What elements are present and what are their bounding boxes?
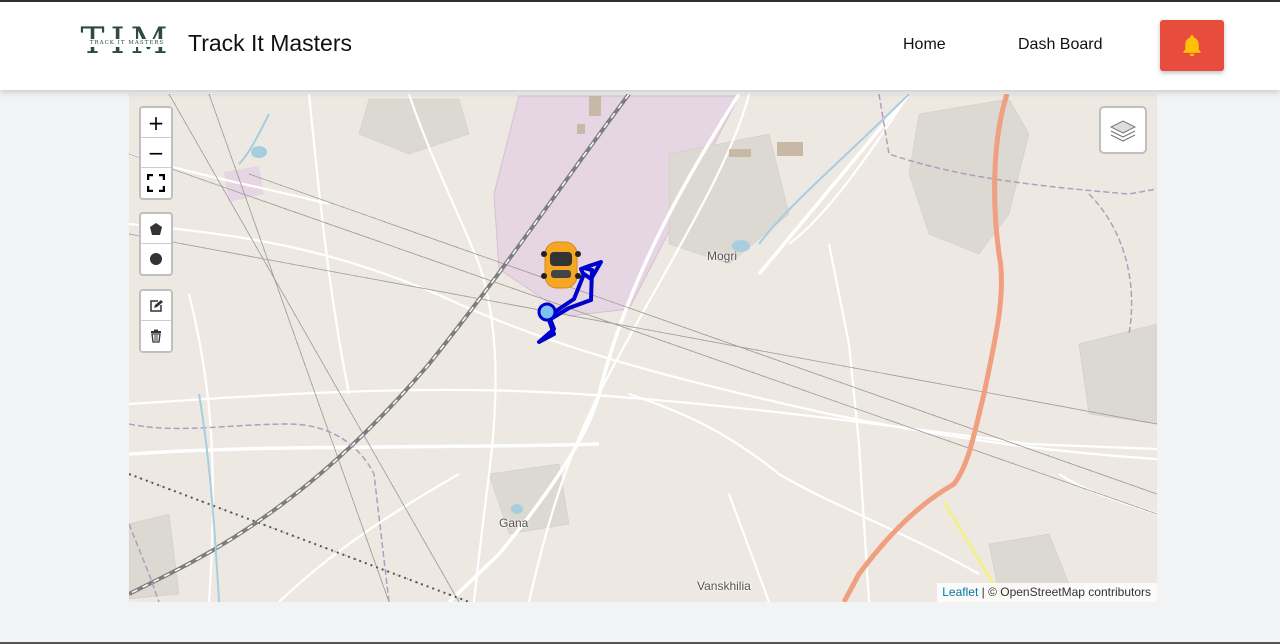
- navbar: TIM TRACK IT MASTERS Track It Masters Ho…: [0, 2, 1280, 90]
- map-view[interactable]: Mogri Gana Vanskhilia + − Leaflet | © Op…: [129, 94, 1157, 602]
- brand[interactable]: TIM TRACK IT MASTERS Track It Masters: [76, 18, 352, 68]
- draw-toolbar: [139, 212, 173, 276]
- map-attribution: Leaflet | © OpenStreetMap contributors: [937, 583, 1157, 602]
- zoom-in-button[interactable]: +: [141, 108, 171, 138]
- leaflet-link[interactable]: Leaflet: [942, 585, 978, 599]
- edit-toolbar: [139, 289, 173, 353]
- delete-layers-button[interactable]: [141, 321, 171, 351]
- edit-layers-button[interactable]: [141, 291, 171, 321]
- layers-icon: [1109, 120, 1137, 142]
- logo: TIM TRACK IT MASTERS: [76, 18, 178, 68]
- logo-tagline: TRACK IT MASTERS: [89, 40, 165, 46]
- nav-home-link[interactable]: Home: [903, 36, 946, 54]
- alerts-button[interactable]: [1160, 20, 1224, 71]
- zoom-out-button[interactable]: −: [141, 138, 171, 168]
- fullscreen-icon: [147, 174, 165, 192]
- bell-icon: [1183, 34, 1201, 56]
- car-icon: [541, 241, 581, 289]
- place-label-vanskhilia: Vanskhilia: [697, 579, 751, 593]
- draw-polygon-button[interactable]: [141, 214, 171, 244]
- layers-button[interactable]: [1099, 106, 1147, 154]
- attribution-separator: |: [978, 585, 989, 599]
- circle-icon: [150, 253, 162, 265]
- nav-dashboard-link[interactable]: Dash Board: [1018, 36, 1103, 54]
- trash-icon: [151, 329, 161, 343]
- place-label-gana: Gana: [499, 516, 529, 530]
- fullscreen-button[interactable]: [141, 168, 171, 198]
- route-start-marker: [537, 302, 557, 322]
- draw-circle-button[interactable]: [141, 244, 171, 274]
- place-label-mogri: Mogri: [707, 249, 738, 263]
- polygon-icon: [150, 222, 162, 235]
- map-tiles: [129, 94, 1157, 602]
- brand-title: Track It Masters: [188, 29, 352, 56]
- osm-credit: © OpenStreetMap contributors: [988, 585, 1151, 599]
- edit-icon: [150, 299, 163, 312]
- zoom-control: + −: [139, 106, 173, 200]
